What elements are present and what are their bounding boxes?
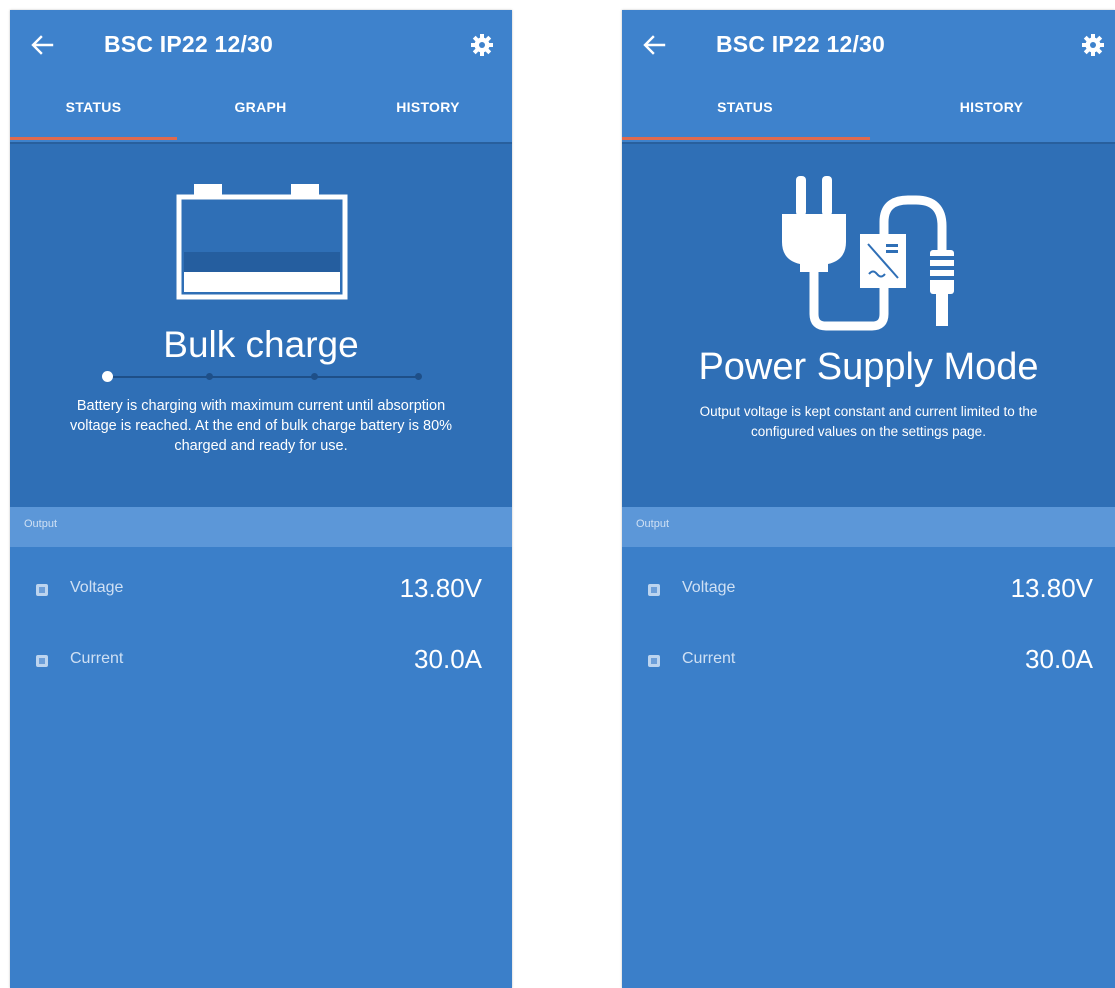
current-label: Current (682, 650, 736, 667)
tab-status[interactable]: STATUS (622, 98, 868, 142)
voltage-value: 13.80V (399, 573, 482, 603)
progress-step-storage (415, 373, 422, 380)
settings-gear-icon[interactable] (1081, 33, 1105, 57)
active-tab-indicator (10, 137, 177, 140)
toolbar: BSC IP22 12/30 (622, 10, 1115, 80)
voltage-icon (648, 584, 660, 596)
current-icon (36, 655, 48, 667)
status-hero: Power Supply Mode Output voltage is kept… (622, 142, 1115, 509)
tab-status[interactable]: STATUS (10, 98, 177, 142)
charge-state-title: Bulk charge (163, 324, 359, 365)
tab-status-label: STATUS (717, 99, 773, 115)
status-hero: Bulk charge Battery is charging with max… (10, 142, 512, 509)
voltage-row: Voltage 13.80V (10, 573, 512, 613)
tab-history[interactable]: HISTORY (868, 98, 1115, 142)
mode-description: Output voltage is kept constant and curr… (699, 404, 1038, 439)
tab-bar: STATUS HISTORY (622, 98, 1115, 142)
progress-track (110, 376, 417, 378)
charge-progress-indicator (102, 370, 423, 384)
back-arrow-icon[interactable] (642, 34, 666, 56)
current-value: 30.0A (414, 644, 482, 674)
active-tab-indicator (622, 137, 870, 140)
tab-status-label: STATUS (65, 99, 122, 115)
right-phone-screen: BSC IP22 12/30 STATUS HISTORY Power Supp… (622, 10, 1115, 988)
tab-graph[interactable]: GRAPH (177, 98, 344, 142)
settings-gear-icon[interactable] (470, 33, 494, 57)
tab-history-label: HISTORY (959, 99, 1024, 115)
toolbar: BSC IP22 12/30 (10, 10, 512, 80)
voltage-row: Voltage 13.80V (622, 573, 1115, 613)
output-section-header: Output (10, 507, 512, 547)
progress-step-absorption (206, 373, 213, 380)
tab-history-label: HISTORY (396, 99, 460, 115)
battery-icon (176, 184, 348, 300)
device-title: BSC IP22 12/30 (716, 31, 886, 57)
voltage-label: Voltage (682, 579, 736, 596)
tab-history[interactable]: HISTORY (344, 98, 512, 142)
tab-graph-label: GRAPH (234, 99, 287, 115)
charge-state-description: Battery is charging with maximum current… (69, 398, 453, 454)
mode-title: Power Supply Mode (698, 346, 1039, 388)
app-bar: BSC IP22 12/30 STATUS (622, 10, 1115, 142)
voltage-label: Voltage (70, 579, 124, 596)
progress-step-float (311, 373, 318, 380)
output-section-label: Output (24, 518, 58, 530)
device-title: BSC IP22 12/30 (104, 31, 274, 57)
current-label: Current (70, 650, 124, 667)
left-phone-screen: BSC IP22 12/30 STATUS GRAPH HISTORY Bulk… (10, 10, 512, 988)
voltage-icon (36, 584, 48, 596)
voltage-value: 13.80V (1010, 573, 1093, 603)
app-bar: BSC IP22 12/30 STATUS (10, 10, 512, 142)
current-row: Current 30.0A (10, 644, 512, 684)
output-section-header: Output (622, 507, 1115, 547)
current-icon (648, 655, 660, 667)
progress-step-bulk (102, 371, 113, 382)
current-value: 30.0A (1025, 644, 1093, 674)
tab-bar: STATUS GRAPH HISTORY (10, 98, 512, 142)
current-row: Current 30.0A (622, 644, 1115, 684)
output-section-label: Output (636, 518, 670, 530)
back-arrow-icon[interactable] (30, 34, 54, 56)
power-plug-icon (782, 176, 956, 331)
